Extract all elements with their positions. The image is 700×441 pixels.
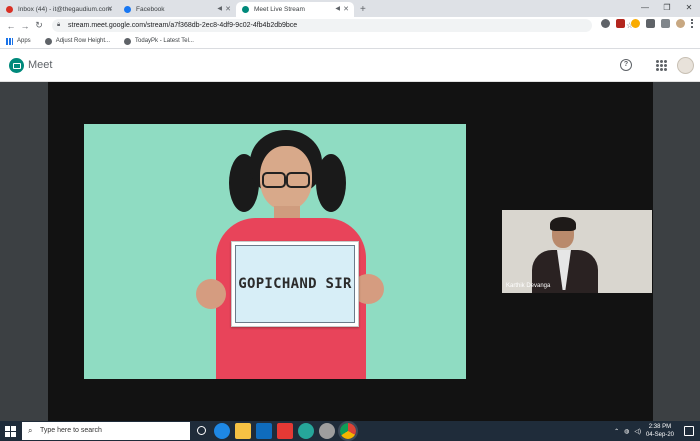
- url-text: stream.meet.google.com/stream/a7f368db-2…: [68, 22, 298, 29]
- bookmark-adjust-row-height[interactable]: Adjust Row Height...: [44, 37, 111, 45]
- notification-icon[interactable]: [684, 426, 694, 436]
- lock-icon[interactable]: 🔒︎: [57, 19, 60, 32]
- close-icon[interactable]: ✕: [107, 2, 113, 17]
- bookmark-apps[interactable]: Apps: [6, 37, 31, 45]
- reload-icon[interactable]: ↻: [32, 20, 46, 31]
- clock-date: 04-Sep-20: [645, 432, 674, 438]
- address-bar: ← → ↻ 🔒︎ stream.meet.google.com/stream/a…: [0, 17, 700, 34]
- close-icon[interactable]: ✕: [343, 2, 349, 17]
- meet-title: Meet: [28, 59, 53, 71]
- help-icon[interactable]: ?: [620, 59, 632, 71]
- gmail-icon: [6, 6, 13, 13]
- bookmark-label: Apps: [17, 38, 31, 44]
- sign-text: GOPICHAND SIR: [235, 245, 355, 323]
- bookmark-label: TodayPk - Latest Tel...: [135, 38, 194, 44]
- tab-label: Facebook: [136, 6, 165, 13]
- restore-icon[interactable]: ❐: [656, 0, 678, 17]
- tab-label: Inbox (44) - it@thegaudium.com: [18, 6, 111, 13]
- forward-icon[interactable]: →: [18, 21, 32, 31]
- task-view-icon[interactable]: [197, 426, 206, 435]
- reading-list-icon[interactable]: [661, 19, 670, 28]
- video-content: [196, 279, 226, 309]
- video-content: [550, 217, 576, 231]
- speaker-icon[interactable]: ◀: [335, 2, 340, 17]
- tab-facebook[interactable]: Facebook ◀ ✕: [118, 2, 236, 17]
- speaker-icon[interactable]: ◀: [217, 2, 222, 17]
- taskbar-search-input[interactable]: ⌕ Type here to search: [22, 422, 190, 440]
- windows-taskbar: ⌕ Type here to search ⌃ ◍ ◁) 2:38 PM 04-…: [0, 421, 700, 441]
- tab-label: Meet Live Stream: [254, 6, 305, 13]
- window-controls: — ❐ ✕: [634, 0, 700, 17]
- chrome-icon[interactable]: [338, 421, 358, 441]
- pdf-extension-icon[interactable]: [616, 19, 625, 28]
- video-content: [262, 172, 310, 188]
- tab-gmail[interactable]: Inbox (44) - it@thegaudium.com ✕: [0, 2, 118, 17]
- new-tab-button[interactable]: +: [354, 2, 372, 17]
- url-input[interactable]: 🔒︎ stream.meet.google.com/stream/a7f368d…: [52, 19, 633, 32]
- apps-grid-icon: [6, 37, 13, 45]
- meet-logo-icon[interactable]: [9, 58, 24, 73]
- browser-tab-bar: Inbox (44) - it@thegaudium.com ✕ Faceboo…: [0, 0, 700, 17]
- minimize-icon[interactable]: —: [634, 0, 656, 17]
- bookmark-todaypk[interactable]: TodayPk - Latest Tel...: [124, 37, 194, 45]
- puzzle-icon[interactable]: [646, 19, 655, 28]
- presenter-name: Karthik Devanga: [506, 283, 551, 289]
- system-tray: ⌃ ◍ ◁) 2:38 PM 04-Sep-20: [614, 421, 674, 441]
- camera-icon[interactable]: [277, 423, 293, 439]
- meet-header: Meet ?: [0, 49, 700, 82]
- tab-meet-live-stream[interactable]: Meet Live Stream ◀ ✕: [236, 2, 354, 17]
- outlook-icon[interactable]: [256, 423, 272, 439]
- profile-avatar-icon[interactable]: [676, 19, 685, 28]
- bulb-extension-icon[interactable]: [631, 19, 640, 28]
- network-icon[interactable]: ◍: [624, 428, 629, 435]
- presenter-video-feed: Karthik Devanga: [502, 210, 652, 293]
- back-icon[interactable]: ←: [4, 21, 18, 31]
- clock-time: 2:38 PM: [648, 424, 672, 430]
- search-icon: ⌕: [28, 426, 33, 435]
- bookmarks-bar: Apps Adjust Row Height... TodayPk - Late…: [0, 34, 700, 49]
- held-sign: GOPICHAND SIR: [231, 241, 359, 327]
- bookmark-label: Adjust Row Height...: [55, 38, 111, 44]
- globe-icon: [124, 37, 132, 45]
- close-window-icon[interactable]: ✕: [678, 0, 700, 17]
- taskbar-apps: [194, 421, 358, 441]
- main-video-feed: GOPICHAND SIR: [84, 124, 466, 379]
- chevron-up-icon[interactable]: ⌃: [614, 428, 619, 435]
- account-avatar[interactable]: [677, 57, 694, 74]
- search-placeholder: Type here to search: [40, 427, 102, 434]
- app-icon[interactable]: [319, 423, 335, 439]
- taskbar-clock[interactable]: 2:38 PM 04-Sep-20: [646, 423, 674, 439]
- extension-icons: [601, 19, 694, 28]
- close-icon[interactable]: ✕: [225, 2, 231, 17]
- edge-new-icon[interactable]: [298, 423, 314, 439]
- facebook-icon: [124, 6, 131, 13]
- menu-dots-icon[interactable]: [691, 19, 694, 28]
- globe-icon: [44, 37, 52, 45]
- extension-icon[interactable]: [601, 19, 610, 28]
- windows-start-icon[interactable]: [0, 421, 20, 441]
- edge-icon[interactable]: [214, 423, 230, 439]
- volume-icon[interactable]: ◁): [634, 428, 641, 435]
- meet-icon: [242, 6, 249, 13]
- apps-grid-icon[interactable]: [656, 60, 667, 71]
- file-explorer-icon[interactable]: [235, 423, 251, 439]
